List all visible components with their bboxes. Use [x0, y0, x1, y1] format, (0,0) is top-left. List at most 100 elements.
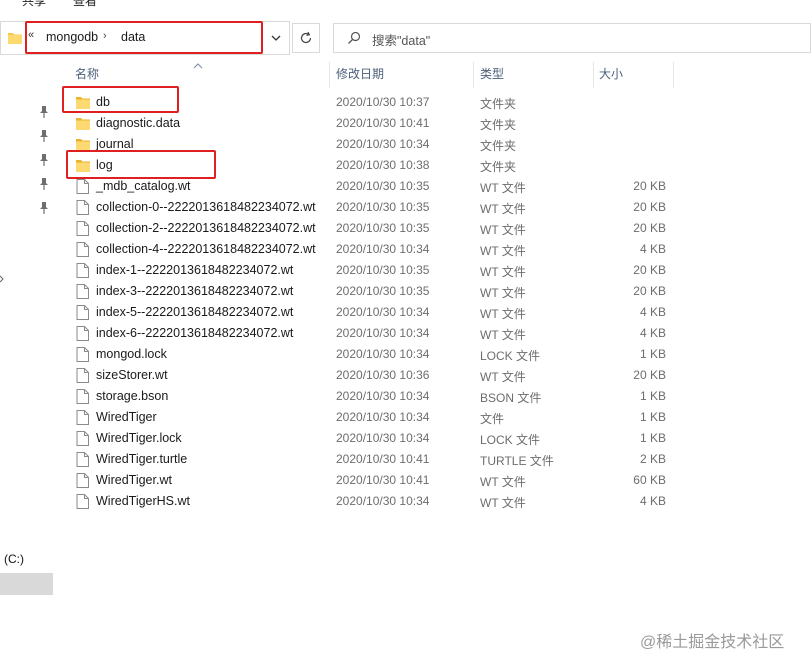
file-row[interactable]: _mdb_catalog.wt 2020/10/30 10:35 WT 文件 20 K…: [70, 176, 670, 197]
column-divider[interactable]: [329, 62, 330, 88]
file-icon: [76, 179, 90, 194]
file-icon: [76, 221, 90, 236]
breadcrumb-separator-icon[interactable]: ›: [103, 30, 107, 42]
file-date: 2020/10/30 10:34: [336, 347, 430, 361]
file-row[interactable]: log 2020/10/30 10:38 文件夹: [70, 155, 670, 176]
file-date: 2020/10/30 10:35: [336, 284, 430, 298]
file-date: 2020/10/30 10:36: [336, 368, 430, 382]
column-divider[interactable]: [473, 62, 474, 88]
file-row[interactable]: WiredTiger 2020/10/30 10:34 文件 1 KB: [70, 407, 670, 428]
file-size: 4 KB: [639, 305, 666, 319]
file-icon: [76, 494, 90, 509]
nav-item-drive-c[interactable]: (C:): [4, 552, 24, 566]
column-header-name[interactable]: 名称: [75, 66, 99, 86]
chevron-down-icon[interactable]: [266, 29, 286, 47]
file-name: diagnostic.data: [96, 116, 181, 130]
file-row[interactable]: collection-2--2222013618482234072.wt 2020…: [70, 218, 670, 239]
file-name: collection-4--2222013618482234072.wt: [96, 242, 316, 256]
file-name: sizeStorer.wt: [96, 368, 168, 382]
file-size: 4 KB: [639, 242, 666, 256]
file-size: 4 KB: [639, 326, 666, 340]
file-type: 文件夹: [480, 97, 517, 111]
file-row[interactable]: WiredTiger.turtle 2020/10/30 10:41 TURTLE …: [70, 449, 670, 470]
column-divider[interactable]: [593, 62, 594, 88]
file-type: WT 文件: [480, 265, 526, 279]
file-date: 2020/10/30 10:34: [336, 137, 430, 151]
nav-expand-icon[interactable]: [0, 272, 4, 283]
refresh-button[interactable]: [292, 23, 320, 53]
file-type: WT 文件: [480, 244, 526, 258]
file-type: WT 文件: [480, 223, 526, 237]
file-date: 2020/10/30 10:35: [336, 200, 430, 214]
file-date: 2020/10/30 10:34: [336, 326, 430, 340]
column-header-size[interactable]: 大小: [599, 66, 623, 86]
file-name: collection-2--2222013618482234072.wt: [96, 221, 316, 235]
file-row[interactable]: index-3--2222013618482234072.wt 2020/10/3…: [70, 281, 670, 302]
file-row[interactable]: collection-4--2222013618482234072.wt 2020…: [70, 239, 670, 260]
file-row[interactable]: WiredTigerHS.wt 2020/10/30 10:34 WT 文件 4 KB: [70, 491, 670, 512]
file-icon: [76, 389, 90, 404]
file-row[interactable]: index-1--2222013618482234072.wt 2020/10/3…: [70, 260, 670, 281]
file-date: 2020/10/30 10:35: [336, 221, 430, 235]
file-size: 20 KB: [633, 263, 666, 277]
file-row[interactable]: index-6--2222013618482234072.wt 2020/10/3…: [70, 323, 670, 344]
pin-icon[interactable]: [38, 201, 50, 215]
file-date: 2020/10/30 10:34: [336, 242, 430, 256]
breadcrumb-mongodb[interactable]: mongodb: [46, 30, 98, 44]
file-name: index-3--2222013618482234072.wt: [96, 284, 294, 298]
file-name: log: [96, 158, 113, 172]
sort-ascending-icon[interactable]: [193, 58, 203, 72]
pin-icon[interactable]: [38, 177, 50, 191]
file-row[interactable]: mongod.lock 2020/10/30 10:34 LOCK 文件 1 KB: [70, 344, 670, 365]
folder-icon: [76, 116, 90, 131]
file-icon: [76, 284, 90, 299]
file-icon: [76, 326, 90, 341]
file-type: WT 文件: [480, 307, 526, 321]
file-row[interactable]: diagnostic.data 2020/10/30 10:41 文件夹: [70, 113, 670, 134]
column-divider[interactable]: [673, 62, 674, 88]
file-name: WiredTiger: [96, 410, 157, 424]
address-overflow-icon[interactable]: «: [28, 29, 34, 41]
folder-icon: [76, 158, 90, 173]
file-date: 2020/10/30 10:34: [336, 410, 430, 424]
pin-icon[interactable]: [38, 153, 50, 167]
file-size: 1 KB: [639, 431, 666, 445]
file-row[interactable]: journal 2020/10/30 10:34 文件夹: [70, 134, 670, 155]
pin-icon[interactable]: [38, 105, 50, 119]
file-size: 1 KB: [639, 410, 666, 424]
file-row[interactable]: WiredTiger.wt 2020/10/30 10:41 WT 文件 60 KB: [70, 470, 670, 491]
file-size: 20 KB: [633, 284, 666, 298]
ribbon-tab-view[interactable]: 查看: [73, 0, 97, 8]
refresh-icon: [300, 31, 312, 44]
file-type: 文件夹: [480, 118, 517, 132]
file-type: WT 文件: [480, 496, 526, 510]
file-size: 1 KB: [639, 389, 666, 403]
file-name: WiredTigerHS.wt: [96, 494, 190, 508]
ribbon-tab-share[interactable]: 共享: [22, 0, 46, 8]
file-date: 2020/10/30 10:34: [336, 494, 430, 508]
file-icon: [76, 200, 90, 215]
file-type: WT 文件: [480, 181, 526, 195]
ribbon: 共享 查看: [0, 0, 811, 16]
column-header-date[interactable]: 修改日期: [336, 66, 384, 86]
file-date: 2020/10/30 10:35: [336, 179, 430, 193]
file-icon: [76, 431, 90, 446]
file-row[interactable]: collection-0--2222013618482234072.wt 2020…: [70, 197, 670, 218]
pin-icon[interactable]: [38, 129, 50, 143]
folder-icon: [8, 31, 22, 44]
file-date: 2020/10/30 10:34: [336, 389, 430, 403]
breadcrumb-data[interactable]: data: [121, 30, 145, 44]
file-type: BSON 文件: [480, 391, 542, 405]
file-size: 60 KB: [633, 473, 666, 487]
file-type: WT 文件: [480, 202, 526, 216]
search-placeholder[interactable]: 搜索"data": [372, 30, 430, 49]
column-header-type[interactable]: 类型: [480, 66, 504, 86]
file-row[interactable]: db 2020/10/30 10:37 文件夹: [70, 92, 670, 113]
file-row[interactable]: WiredTiger.lock 2020/10/30 10:34 LOCK 文件 1 …: [70, 428, 670, 449]
file-row[interactable]: sizeStorer.wt 2020/10/30 10:36 WT 文件 20 KB: [70, 365, 670, 386]
nav-item-selected[interactable]: [0, 573, 53, 595]
file-row[interactable]: index-5--2222013618482234072.wt 2020/10/3…: [70, 302, 670, 323]
file-name: storage.bson: [96, 389, 169, 403]
file-row[interactable]: storage.bson 2020/10/30 10:34 BSON 文件 1 KB: [70, 386, 670, 407]
watermark-text: @稀土掘金技术社区: [640, 634, 785, 651]
